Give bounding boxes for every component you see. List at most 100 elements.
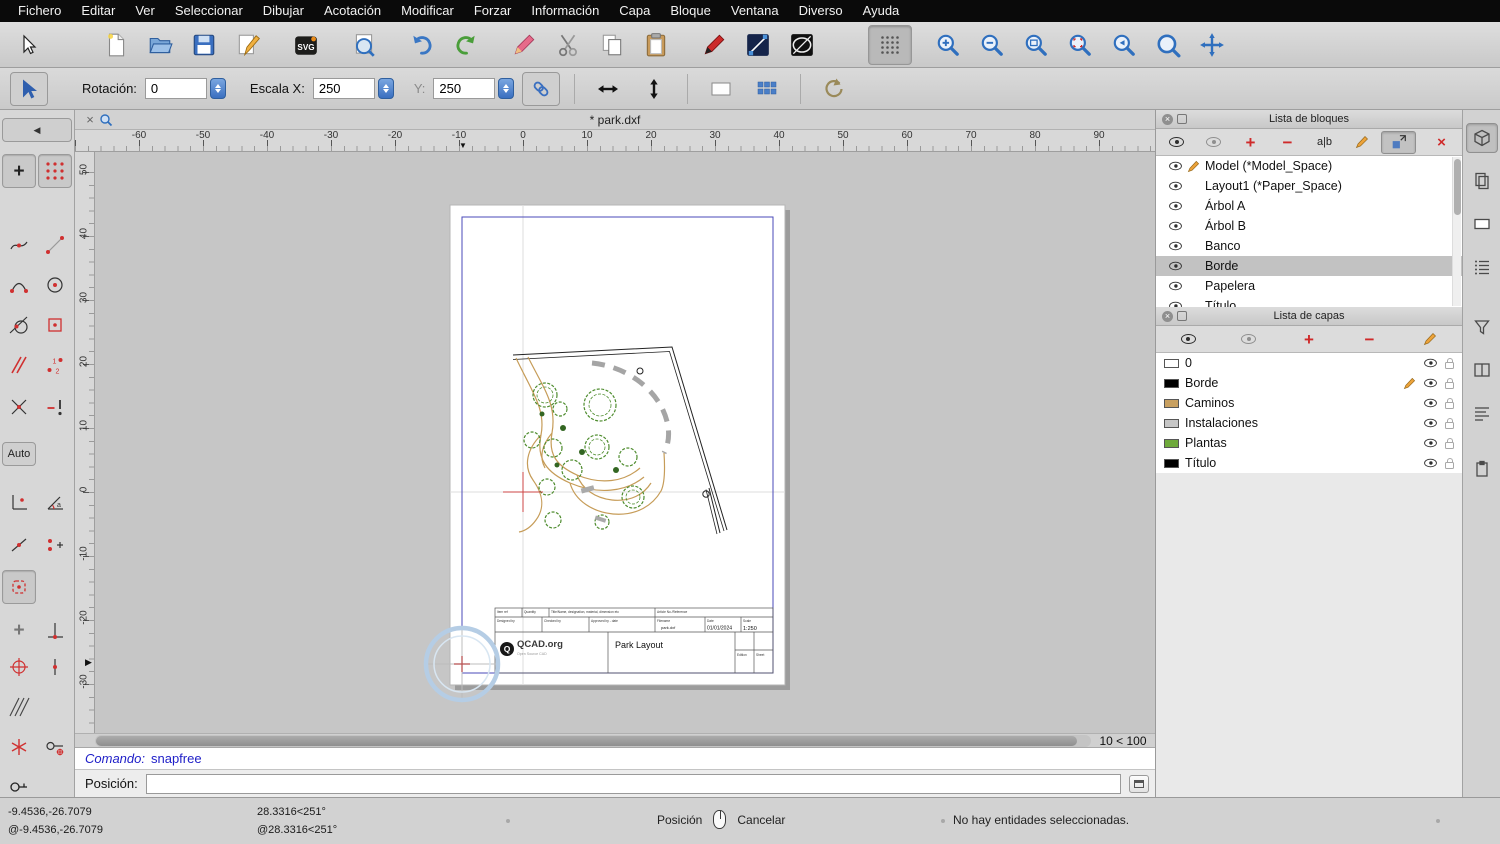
hide-all-blocks-button[interactable] xyxy=(1196,131,1231,154)
remove-layer-button[interactable]: − xyxy=(1340,328,1398,351)
link-scale-button[interactable] xyxy=(522,71,561,106)
flip-vertical-button[interactable] xyxy=(635,72,673,106)
show-all-blocks-button[interactable] xyxy=(1159,131,1194,154)
visibility-eye-icon[interactable] xyxy=(1168,221,1182,231)
menu-ayuda[interactable]: Ayuda xyxy=(853,0,910,22)
panel-close-icon[interactable]: × xyxy=(1162,310,1173,322)
menu-capa[interactable]: Capa xyxy=(609,0,660,22)
menu-editar[interactable]: Editar xyxy=(71,0,125,22)
drawing-canvas[interactable]: Item ref Quantity Title/Name, designatio… xyxy=(95,152,1155,733)
array-button[interactable] xyxy=(748,72,786,106)
undo-button[interactable] xyxy=(400,25,444,65)
layer-row-titulo[interactable]: Título xyxy=(1156,453,1462,473)
dock-list-button[interactable] xyxy=(1466,252,1498,282)
command-line-toggle-button[interactable] xyxy=(1129,774,1149,793)
visibility-eye-icon[interactable] xyxy=(1424,438,1437,448)
layer-row-instalaciones[interactable]: Instalaciones xyxy=(1156,413,1462,433)
menu-diverso[interactable]: Diverso xyxy=(789,0,853,22)
edit-document-button[interactable] xyxy=(226,25,270,65)
coordinate-polar-button[interactable]: a xyxy=(38,485,72,519)
scale-y-input[interactable] xyxy=(433,78,496,99)
position-input[interactable] xyxy=(145,773,1121,794)
cut-button[interactable] xyxy=(546,25,590,65)
snap-asterisk-button[interactable] xyxy=(2,730,36,764)
scrollbar-thumb[interactable] xyxy=(96,735,1078,746)
layer-row-caminos[interactable]: Caminos xyxy=(1156,393,1462,413)
add-block-button[interactable]: + xyxy=(1233,131,1268,154)
menu-acotacion[interactable]: Acotación xyxy=(314,0,391,22)
zoom-selection-button[interactable] xyxy=(1058,25,1102,65)
open-file-button[interactable] xyxy=(138,25,182,65)
paste-button[interactable] xyxy=(634,25,678,65)
reset-rotation-button[interactable] xyxy=(815,72,853,106)
scale-x-input[interactable] xyxy=(312,78,375,99)
snap-endpoints-button[interactable] xyxy=(2,268,36,302)
block-row-model[interactable]: Model (*Model_Space) xyxy=(1156,156,1462,176)
lock-icon[interactable] xyxy=(1445,437,1454,449)
visibility-eye-icon[interactable] xyxy=(1424,458,1437,468)
line-tool-button[interactable] xyxy=(736,25,780,65)
edit-block-button[interactable] xyxy=(1344,131,1379,154)
visibility-eye-icon[interactable] xyxy=(1168,161,1182,171)
new-file-button[interactable] xyxy=(94,25,138,65)
menu-seleccionar[interactable]: Seleccionar xyxy=(165,0,253,22)
scrollbar-thumb[interactable] xyxy=(1454,159,1461,215)
zoom-in-button[interactable] xyxy=(926,25,970,65)
menu-modificar[interactable]: Modificar xyxy=(391,0,464,22)
snap-grid-button[interactable] xyxy=(38,154,72,188)
block-row-titulo[interactable]: Título xyxy=(1156,296,1462,307)
visibility-eye-icon[interactable] xyxy=(1168,181,1182,191)
dock-clipboard-button[interactable] xyxy=(1466,454,1498,484)
scale-x-stepper-buttons[interactable] xyxy=(377,78,394,99)
menu-bloque[interactable]: Bloque xyxy=(660,0,720,22)
menu-informacion[interactable]: Información xyxy=(521,0,609,22)
close-document-icon[interactable]: × xyxy=(83,112,97,127)
snap-circle-cross-button[interactable] xyxy=(2,650,36,684)
block-row-layout1[interactable]: Layout1 (*Paper_Space) xyxy=(1156,176,1462,196)
snap-numbered-points-button[interactable]: 12 xyxy=(38,348,72,382)
reference-point-button[interactable] xyxy=(2,570,36,604)
current-action-button[interactable] xyxy=(10,71,48,106)
lock-icon[interactable] xyxy=(1445,457,1454,469)
paper-space-button[interactable] xyxy=(702,72,740,106)
block-row-arbol-a[interactable]: Árbol A xyxy=(1156,196,1462,216)
block-list-scrollbar[interactable] xyxy=(1452,157,1461,306)
hatch-tool-button[interactable] xyxy=(2,690,36,724)
auto-zoom-button[interactable] xyxy=(1014,25,1058,65)
zoom-window-button[interactable] xyxy=(1146,25,1190,65)
visibility-eye-icon[interactable] xyxy=(1168,281,1182,291)
snap-coordinate-button[interactable]: + xyxy=(2,154,36,188)
modify-pen-button[interactable] xyxy=(502,25,546,65)
pan-button[interactable] xyxy=(1190,25,1234,65)
dock-selection-filter-button[interactable] xyxy=(1466,312,1498,342)
visibility-eye-icon[interactable] xyxy=(1424,398,1437,408)
block-row-borde[interactable]: Borde xyxy=(1156,256,1462,276)
menu-ver[interactable]: Ver xyxy=(125,0,165,22)
dock-block-list-button[interactable] xyxy=(1465,123,1498,153)
save-file-button[interactable] xyxy=(182,25,226,65)
block-row-papelera[interactable]: Papelera xyxy=(1156,276,1462,296)
layer-row-plantas[interactable]: Plantas xyxy=(1156,433,1462,453)
snap-perpendicular-button[interactable] xyxy=(38,613,72,647)
visibility-eye-icon[interactable] xyxy=(1168,201,1182,211)
lock-icon[interactable] xyxy=(1445,357,1454,369)
remove-block-button[interactable]: − xyxy=(1270,131,1305,154)
panel-detach-icon[interactable] xyxy=(1177,114,1187,124)
menu-ventana[interactable]: Ventana xyxy=(721,0,789,22)
layer-row-borde[interactable]: Borde xyxy=(1156,373,1462,393)
snap-parallel-button[interactable] xyxy=(2,348,36,382)
zoom-out-button[interactable] xyxy=(970,25,1014,65)
visibility-eye-icon[interactable] xyxy=(1424,418,1437,428)
scale-y-stepper-buttons[interactable] xyxy=(498,78,515,99)
copy-button[interactable] xyxy=(590,25,634,65)
lock-icon[interactable] xyxy=(1445,377,1454,389)
snap-free-button[interactable] xyxy=(2,228,36,262)
print-preview-button[interactable] xyxy=(342,25,386,65)
snap-middle-button[interactable] xyxy=(2,528,36,562)
horizontal-scrollbar[interactable] xyxy=(95,734,1091,747)
dock-property-editor-button[interactable] xyxy=(1466,166,1498,196)
dock-view-button[interactable] xyxy=(1466,209,1498,239)
menu-dibujar[interactable]: Dibujar xyxy=(253,0,314,22)
snap-center-button[interactable] xyxy=(38,268,72,302)
snap-reference-button[interactable] xyxy=(38,308,72,342)
